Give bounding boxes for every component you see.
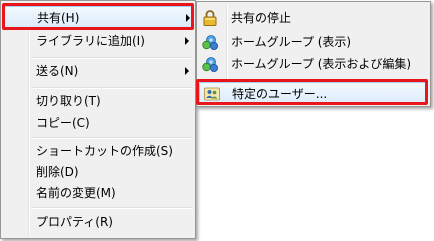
menu-separator bbox=[31, 87, 193, 89]
submenu-item-specific-people[interactable]: 特定のユーザー... bbox=[199, 82, 428, 104]
lock-icon bbox=[203, 10, 217, 33]
share-submenu: 共有の停止 ホームグループ (表示) ホームグループ (表示および編集) 特定の… bbox=[196, 1, 431, 107]
menu-item-share[interactable]: 共有(H) bbox=[4, 6, 193, 28]
menu-item-label: 削除(D) bbox=[36, 165, 79, 179]
submenu-item-label: 共有の停止 bbox=[231, 11, 292, 25]
menu-item-copy[interactable]: コピー(C) bbox=[4, 112, 193, 134]
menu-item-add-to-library[interactable]: ライブラリに追加(I) bbox=[4, 30, 193, 52]
submenu-item-label: ホームグループ (表示) bbox=[231, 35, 352, 49]
menu-item-properties[interactable]: プロパティ(R) bbox=[4, 211, 193, 233]
users-icon bbox=[204, 86, 220, 108]
submenu-separator bbox=[229, 79, 428, 81]
menu-item-rename[interactable]: 名前の変更(M) bbox=[4, 182, 193, 204]
submenu-arrow-icon bbox=[185, 37, 189, 45]
submenu-item-homegroup-view-edit[interactable]: ホームグループ (表示および編集) bbox=[199, 53, 428, 75]
submenu-item-label: ホームグループ (表示および編集) bbox=[231, 57, 412, 71]
submenu-item-homegroup-view[interactable]: ホームグループ (表示) bbox=[199, 31, 428, 53]
menu-item-label: ライブラリに追加(I) bbox=[36, 34, 145, 48]
menu-item-delete[interactable]: 削除(D) bbox=[4, 161, 193, 183]
homegroup-icon bbox=[202, 56, 219, 80]
submenu-item-label: 特定のユーザー... bbox=[232, 87, 328, 101]
submenu-arrow-icon bbox=[186, 14, 190, 22]
menu-item-label: 切り取り(T) bbox=[36, 94, 101, 108]
menu-item-label: 送る(N) bbox=[36, 64, 79, 78]
menu-item-label: 共有(H) bbox=[37, 11, 80, 25]
menu-separator bbox=[31, 137, 193, 139]
menu-item-label: プロパティ(R) bbox=[36, 215, 113, 229]
submenu-arrow-icon bbox=[185, 67, 189, 75]
menu-item-create-shortcut[interactable]: ショートカットの作成(S) bbox=[4, 140, 193, 162]
menu-item-label: コピー(C) bbox=[36, 116, 90, 130]
menu-item-send-to[interactable]: 送る(N) bbox=[4, 60, 193, 82]
menu-item-label: ショートカットの作成(S) bbox=[36, 144, 173, 158]
menu-item-label: 名前の変更(M) bbox=[36, 186, 116, 200]
context-menu: 共有(H) ライブラリに追加(I) 送る(N) 切り取り(T) コピー(C) シ… bbox=[0, 0, 196, 239]
submenu-item-stop-sharing[interactable]: 共有の停止 bbox=[199, 7, 428, 29]
menu-separator bbox=[31, 207, 193, 209]
menu-item-cut[interactable]: 切り取り(T) bbox=[4, 90, 193, 112]
menu-separator bbox=[31, 57, 193, 59]
